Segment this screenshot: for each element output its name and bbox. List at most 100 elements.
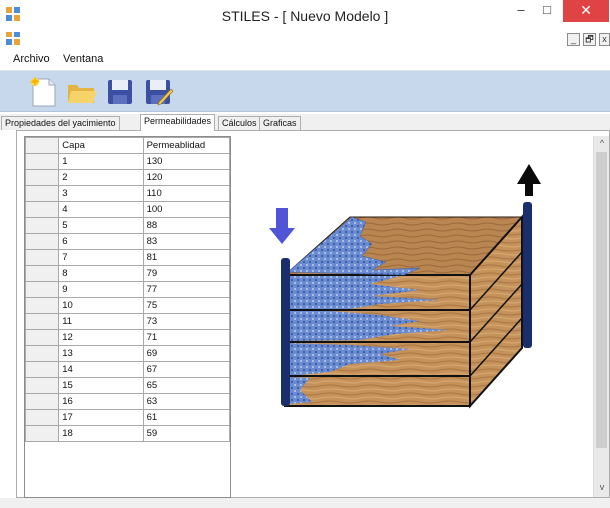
tab-graficas[interactable]: Graficas (259, 116, 301, 130)
minimize-button[interactable]: – (508, 0, 534, 22)
cell-permeabilidad[interactable]: 81 (142, 249, 230, 266)
cell-permeabilidad[interactable]: 65 (142, 377, 230, 394)
table-row[interactable]: 13 69 (25, 345, 230, 362)
table-row[interactable]: 9 77 (25, 281, 230, 298)
cell-permeabilidad[interactable]: 120 (142, 169, 230, 186)
grid-header-row: Capa Permeablidad (25, 137, 230, 154)
mdi-child-bar: _ 🗗 x (0, 30, 610, 48)
cell-capa[interactable]: 16 (58, 393, 144, 410)
cell-permeabilidad[interactable]: 110 (142, 185, 230, 202)
menu-ventana[interactable]: Ventana (63, 53, 103, 65)
open-folder-icon[interactable] (66, 76, 98, 108)
column-header-capa[interactable]: Capa (58, 137, 144, 154)
row-header[interactable] (25, 297, 60, 314)
row-header[interactable] (25, 329, 60, 346)
vertical-scrollbar[interactable]: ^ v (593, 136, 609, 497)
table-row[interactable]: 2 120 (25, 169, 230, 186)
row-header[interactable] (25, 425, 60, 442)
cell-permeabilidad[interactable]: 130 (142, 153, 230, 170)
cell-capa[interactable]: 3 (58, 185, 144, 202)
table-row[interactable]: 1 130 (25, 153, 230, 170)
menu-archivo[interactable]: Archivo (13, 53, 50, 65)
cell-permeabilidad[interactable]: 83 (142, 233, 230, 250)
cell-capa[interactable]: 5 (58, 217, 144, 234)
permeability-grid[interactable]: Capa Permeablidad 1 130 2 120 3 110 4 100 5 88 6 83… (24, 136, 231, 498)
mdi-restore-button[interactable]: 🗗 (583, 33, 596, 46)
cell-capa[interactable]: 1 (58, 153, 144, 170)
row-header[interactable] (25, 153, 60, 170)
tab-propiedades[interactable]: Propiedades del yacimiento (1, 116, 120, 130)
row-header[interactable] (25, 345, 60, 362)
cell-permeabilidad[interactable]: 77 (142, 281, 230, 298)
table-row[interactable]: 14 67 (25, 361, 230, 378)
tab-calculos[interactable]: Cálculos (218, 116, 261, 130)
cell-capa[interactable]: 4 (58, 201, 144, 218)
cell-capa[interactable]: 6 (58, 233, 144, 250)
cell-capa[interactable]: 8 (58, 265, 144, 282)
table-row[interactable]: 18 59 (25, 425, 230, 442)
cell-capa[interactable]: 11 (58, 313, 144, 330)
cell-capa[interactable]: 14 (58, 361, 144, 378)
new-file-icon[interactable] (28, 76, 60, 108)
save-disk-icon[interactable] (104, 76, 136, 108)
cell-permeabilidad[interactable]: 88 (142, 217, 230, 234)
row-header[interactable] (25, 313, 60, 330)
cell-permeabilidad[interactable]: 69 (142, 345, 230, 362)
cell-permeabilidad[interactable]: 75 (142, 297, 230, 314)
save-as-disk-icon[interactable] (142, 76, 174, 108)
cell-capa[interactable]: 18 (58, 425, 144, 442)
row-header[interactable] (25, 169, 60, 186)
column-header-permeabilidad[interactable]: Permeablidad (142, 137, 230, 154)
tab-permeabilidades[interactable]: Permeabilidades (140, 114, 216, 131)
row-header[interactable] (25, 281, 60, 298)
row-header-corner (25, 137, 60, 154)
row-header[interactable] (25, 249, 60, 266)
table-row[interactable]: 6 83 (25, 233, 230, 250)
table-row[interactable]: 12 71 (25, 329, 230, 346)
row-header[interactable] (25, 201, 60, 218)
cell-permeabilidad[interactable]: 79 (142, 265, 230, 282)
row-header[interactable] (25, 393, 60, 410)
row-header[interactable] (25, 377, 60, 394)
table-row[interactable]: 16 63 (25, 393, 230, 410)
child-window-icon (6, 32, 20, 45)
mdi-close-button[interactable]: x (599, 33, 610, 46)
cell-capa[interactable]: 7 (58, 249, 144, 266)
cell-capa[interactable]: 9 (58, 281, 144, 298)
table-row[interactable]: 8 79 (25, 265, 230, 282)
cell-permeabilidad[interactable]: 100 (142, 201, 230, 218)
cell-permeabilidad[interactable]: 61 (142, 409, 230, 426)
table-row[interactable]: 17 61 (25, 409, 230, 426)
row-header[interactable] (25, 409, 60, 426)
row-header[interactable] (25, 185, 60, 202)
table-row[interactable]: 10 75 (25, 297, 230, 314)
scroll-down-button[interactable]: v (594, 480, 610, 494)
cell-permeabilidad[interactable]: 59 (142, 425, 230, 442)
reservoir-diagram (232, 136, 594, 497)
cell-capa[interactable]: 12 (58, 329, 144, 346)
cell-permeabilidad[interactable]: 63 (142, 393, 230, 410)
cell-capa[interactable]: 15 (58, 377, 144, 394)
cell-capa[interactable]: 17 (58, 409, 144, 426)
cell-capa[interactable]: 13 (58, 345, 144, 362)
row-header[interactable] (25, 361, 60, 378)
cell-permeabilidad[interactable]: 71 (142, 329, 230, 346)
scroll-up-button[interactable]: ^ (594, 136, 610, 150)
table-row[interactable]: 11 73 (25, 313, 230, 330)
row-header[interactable] (25, 265, 60, 282)
table-row[interactable]: 4 100 (25, 201, 230, 218)
table-row[interactable]: 15 65 (25, 377, 230, 394)
cell-capa[interactable]: 2 (58, 169, 144, 186)
row-header[interactable] (25, 217, 60, 234)
mdi-minimize-button[interactable]: _ (567, 33, 580, 46)
maximize-button[interactable]: □ (534, 0, 560, 22)
table-row[interactable]: 7 81 (25, 249, 230, 266)
row-header[interactable] (25, 233, 60, 250)
scroll-thumb[interactable] (596, 152, 607, 448)
cell-permeabilidad[interactable]: 67 (142, 361, 230, 378)
close-button[interactable]: ✕ (563, 0, 609, 22)
table-row[interactable]: 3 110 (25, 185, 230, 202)
table-row[interactable]: 5 88 (25, 217, 230, 234)
cell-capa[interactable]: 10 (58, 297, 144, 314)
cell-permeabilidad[interactable]: 73 (142, 313, 230, 330)
